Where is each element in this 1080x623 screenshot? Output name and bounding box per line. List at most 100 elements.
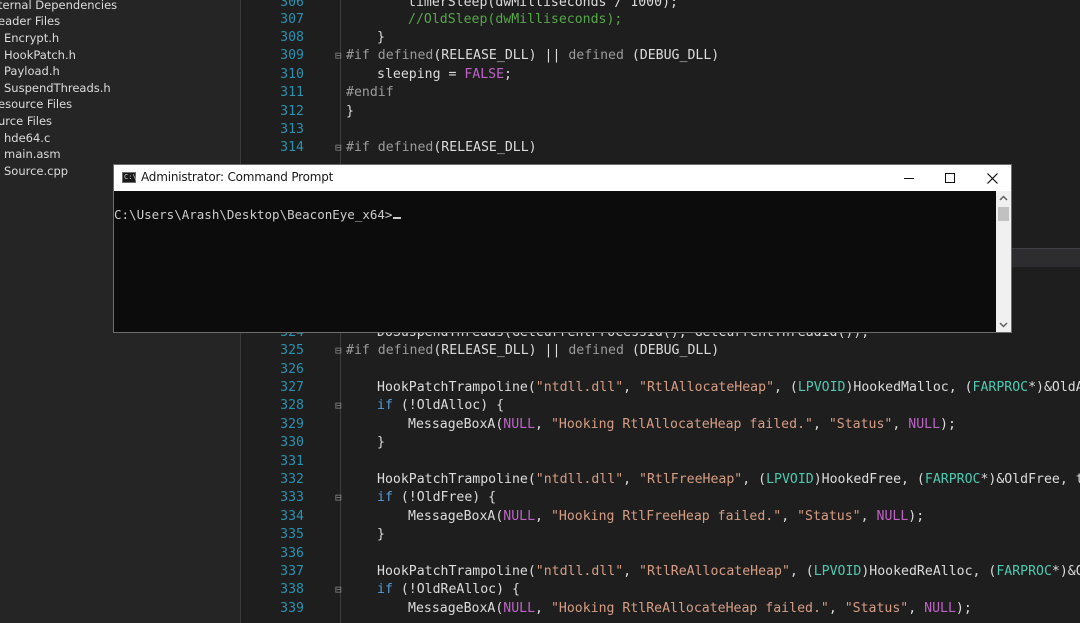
code-text: #if defined(RELEASE_DLL) || defined (DEB…	[346, 48, 720, 63]
code-line[interactable]: 337 HookPatchTrampoline("ntdll.dll", "Rtl…	[267, 563, 1080, 581]
tree-folder-header-files[interactable]: eader Files	[0, 13, 60, 29]
line-number: 308	[280, 30, 304, 45]
tree-file-suspendthreads-h[interactable]: SuspendThreads.h	[4, 80, 111, 96]
tree-file-hookpatch-h[interactable]: HookPatch.h	[4, 47, 76, 63]
line-number: 335	[280, 527, 304, 542]
tree-folder-source-files[interactable]: urce Files	[0, 113, 52, 129]
code-line[interactable]: 338 ⊟ if (!OldReAlloc) {	[267, 581, 1080, 599]
chevron-up-icon	[999, 195, 1008, 201]
close-button[interactable]	[971, 165, 1013, 191]
code-text: if (!OldFree) {	[377, 490, 497, 505]
code-text: #if defined(RELEASE_DLL)	[346, 140, 537, 155]
line-number: 309	[280, 48, 304, 63]
line-number: 311	[280, 85, 304, 100]
code-line[interactable]: 336	[267, 545, 1080, 563]
vertical-scrollbar[interactable]	[996, 191, 1011, 332]
code-text: if (!OldReAlloc) {	[377, 582, 520, 597]
tree-folder-resource-files[interactable]: esource Files	[0, 96, 72, 112]
chevron-down-icon	[999, 322, 1008, 328]
fold-toggle-icon[interactable]: ⊟	[335, 342, 346, 360]
code-line[interactable]: 339 MessageBoxA(NULL, "Hooking RtlReAlloc…	[267, 600, 1080, 618]
code-line[interactable]: 327 HookPatchTrampoline("ntdll.dll", "Rtl…	[267, 379, 1080, 397]
line-number: 330	[280, 435, 304, 450]
line-number: 336	[280, 546, 304, 561]
code-line[interactable]: 314 ⊟ #if defined(RELEASE_DLL)	[267, 139, 1080, 157]
code-text: }	[377, 527, 385, 542]
code-text: sleeping = FALSE;	[377, 67, 512, 82]
window-title: Administrator: Command Prompt	[141, 170, 334, 184]
fold-toggle-icon[interactable]: ⊟	[335, 489, 346, 507]
code-text: //OldSleep(dwMilliseconds);	[408, 12, 623, 27]
code-line[interactable]: 329 MessageBoxA(NULL, "Hooking RtlAllocat…	[267, 416, 1080, 434]
code-text: HookPatchTrampoline("ntdll.dll", "RtlReA…	[377, 564, 1080, 579]
line-number: 338	[280, 582, 304, 597]
code-text: }	[377, 435, 385, 450]
line-number: 312	[280, 104, 304, 119]
line-number: 307	[280, 12, 304, 27]
code-line[interactable]: 310 sleeping = FALSE;	[267, 66, 1080, 84]
code-line[interactable]: 335}	[267, 526, 1080, 544]
line-number: 333	[280, 490, 304, 505]
code-line[interactable]: 307 //OldSleep(dwMilliseconds);	[267, 11, 1080, 29]
line-number: 332	[280, 472, 304, 487]
code-line[interactable]: 308}	[267, 29, 1080, 47]
line-number: 339	[280, 601, 304, 616]
tree-file-main-asm[interactable]: main.asm	[4, 146, 61, 162]
editor-panel-edge	[1012, 248, 1080, 267]
code-text: HookPatchTrampoline("ntdll.dll", "RtlAll…	[377, 380, 1080, 395]
code-line[interactable]: 326	[267, 361, 1080, 379]
code-line[interactable]: 325 ⊟ #if defined(RELEASE_DLL) || defined …	[267, 342, 1080, 360]
line-number: 327	[280, 380, 304, 395]
code-text: #if defined(RELEASE_DLL) || defined (DEB…	[346, 343, 720, 358]
fold-toggle-icon[interactable]: ⊟	[335, 581, 346, 599]
prompt-text: C:\Users\Arash\Desktop\BeaconEye_x64>	[114, 207, 393, 222]
prompt-line: C:\Users\Arash\Desktop\BeaconEye_x64>	[114, 207, 402, 222]
fold-toggle-icon[interactable]: ⊟	[335, 47, 346, 65]
console-icon: C:\	[122, 172, 137, 183]
tree-folder-external-dependencies[interactable]: ternal Dependencies	[0, 0, 117, 13]
line-number: 310	[280, 67, 304, 82]
code-line[interactable]: 311 #endif	[267, 84, 1080, 102]
code-text: MessageBoxA(NULL, "Hooking RtlFreeHeap f…	[408, 509, 925, 524]
tree-file-encrypt-h[interactable]: Encrypt.h	[4, 30, 59, 46]
scroll-up-button[interactable]	[996, 191, 1011, 206]
scroll-thumb[interactable]	[998, 207, 1009, 221]
code-line[interactable]: 330}	[267, 434, 1080, 452]
code-text: if (!OldAlloc) {	[377, 398, 505, 413]
code-line[interactable]: 332 HookPatchTrampoline("ntdll.dll", "Rtl…	[267, 471, 1080, 489]
code-text: }	[346, 104, 354, 119]
minimize-button[interactable]	[887, 165, 929, 191]
code-line[interactable]: 333 ⊟ if (!OldFree) {	[267, 489, 1080, 507]
tree-file-payload-h[interactable]: Payload.h	[4, 63, 60, 79]
line-number: 329	[280, 417, 304, 432]
code-line[interactable]: 334 MessageBoxA(NULL, "Hooking RtlFreeHea…	[267, 508, 1080, 526]
line-number: 337	[280, 564, 304, 579]
tree-file-source-cpp[interactable]: Source.cpp	[4, 163, 68, 179]
code-line[interactable]: 309 ⊟ #if defined(RELEASE_DLL) || defined …	[267, 47, 1080, 65]
line-number: 325	[280, 343, 304, 358]
tree-file-hde64-c[interactable]: hde64.c	[4, 130, 50, 146]
maximize-button[interactable]	[929, 165, 971, 191]
close-icon	[987, 173, 998, 184]
line-number: 331	[280, 454, 304, 469]
code-text: MessageBoxA(NULL, "Hooking RtlAllocateHe…	[408, 417, 956, 432]
text-cursor	[393, 217, 402, 219]
code-text: HookPatchTrampoline("ntdll.dll", "RtlFre…	[377, 472, 1080, 487]
line-number: 313	[280, 122, 304, 137]
line-number: 328	[280, 398, 304, 413]
line-number: 314	[280, 140, 304, 155]
code-line[interactable]: 331	[267, 453, 1080, 471]
code-text: #endif	[346, 85, 394, 100]
line-number: 334	[280, 509, 304, 524]
line-number: 326	[280, 362, 304, 377]
scroll-down-button[interactable]	[996, 317, 1011, 332]
command-prompt-window[interactable]: C:\ Administrator: Command Prompt C:\Use…	[113, 164, 1012, 333]
title-bar[interactable]: C:\ Administrator: Command Prompt	[114, 165, 1011, 191]
console-output[interactable]: C:\Users\Arash\Desktop\BeaconEye_x64>	[114, 191, 996, 332]
fold-toggle-icon[interactable]: ⊟	[335, 139, 346, 157]
code-text: MessageBoxA(NULL, "Hooking RtlReAllocate…	[408, 601, 972, 616]
code-line[interactable]: 328 ⊟ if (!OldAlloc) {	[267, 397, 1080, 415]
fold-toggle-icon[interactable]: ⊟	[335, 397, 346, 415]
code-line[interactable]: 313	[267, 121, 1080, 139]
code-line[interactable]: 312}	[267, 103, 1080, 121]
